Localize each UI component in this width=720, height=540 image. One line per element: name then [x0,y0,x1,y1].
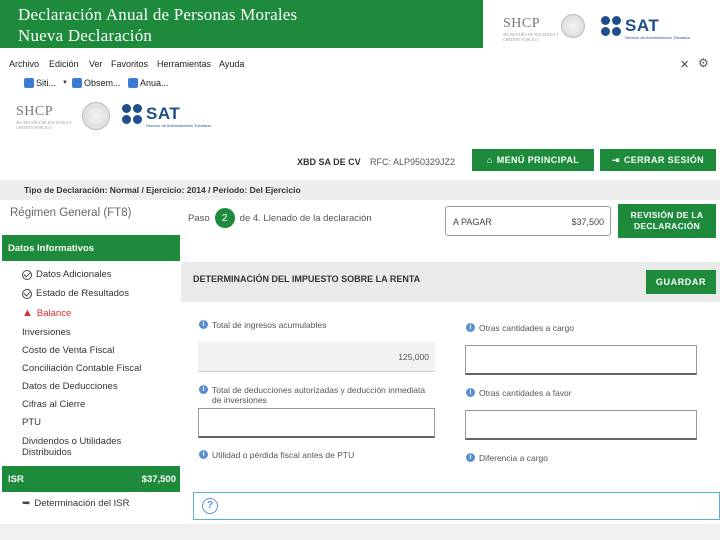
menu-edicion[interactable]: Edición [49,59,79,69]
browser-window: Archivo Edición Ver Favoritos Herramient… [0,52,720,540]
rfc-label: RFC: ALP950329JZ2 [370,157,456,167]
sat-logo: SAT Servicio de Administración Tributari… [601,16,711,42]
slide-logos: SHCP SECRETARÍA DE HACIENDA Y CRÉDITO PÚ… [483,0,720,52]
sidebar-item-determinacion-isr[interactable]: ➥ Determinación del ISR [22,498,129,509]
menu-archivo[interactable]: Archivo [9,59,39,69]
favorites-bar: Siti... ▼ Obsem... ▼ Anua... [0,73,720,93]
sidebar-section-isr[interactable]: ISR $37,500 [2,466,180,492]
favorite-3[interactable]: Anua... [128,78,169,88]
info-icon[interactable]: i [466,453,475,462]
diferencia-label: i Diferencia a cargo [466,453,696,463]
sidebar-item-dividendos[interactable]: Dividendos o Utilidades Distribuidos [22,436,152,458]
dropdown-arrow-icon: ▼ [62,80,68,86]
menu-ver[interactable]: Ver [89,59,103,69]
check-circle-icon [22,288,32,299]
sidebar-item-datos-adicionales[interactable]: Datos Adicionales [22,269,112,280]
menu-ayuda[interactable]: Ayuda [219,59,244,69]
info-icon[interactable]: i [466,388,475,397]
utilidad-label: i Utilidad o pérdida fiscal antes de PTU [199,450,429,460]
sidebar-item-balance[interactable]: ▲ Balance [22,307,71,319]
logout-button[interactable]: ⇥ CERRAR SESIÓN [600,149,716,171]
main-panel: Paso 2 de 4. Llenado de la declaración A… [181,200,720,540]
arrow-right-icon: ➥ [22,498,31,509]
otras-favor-label: i Otras cantidades a favor [466,388,696,398]
step-indicator: Paso 2 de 4. Llenado de la declaración [188,208,372,228]
step-number-badge: 2 [214,208,235,228]
info-icon[interactable]: i [199,320,208,329]
favorite-2[interactable]: Obsem... ▼ [72,78,132,88]
info-icon[interactable]: i [199,450,208,459]
info-icon[interactable]: i [199,385,208,394]
main-menu-button[interactable]: ⌂ MENÚ PRINCIPAL [472,149,594,171]
help-box[interactable]: ? [193,492,720,520]
menu-favoritos[interactable]: Favoritos [111,59,148,69]
web-page: SHCP SECRETARÍA DE HACIENDA Y CRÉDITO PÚ… [0,94,720,540]
seal-icon [561,14,585,38]
regime-title: Régimen General (FT8) [10,207,132,219]
sidebar-item-ptu[interactable]: PTU [22,417,41,428]
total-to-pay-box: A PAGAR $37,500 [445,206,611,236]
close-icon[interactable]: ✕ [680,58,689,71]
slide-title: Declaración Anual de Personas Morales [18,5,298,24]
warning-icon: ▲ [22,307,33,319]
otras-favor-field[interactable] [465,410,697,440]
sidebar-item-deducciones[interactable]: Datos de Deducciones [22,381,118,392]
total-amount: $37,500 [571,217,604,227]
logout-icon: ⇥ [611,154,620,165]
home-icon: ⌂ [486,155,493,165]
section-header: DETERMINACIÓN DEL IMPUESTO SOBRE LA RENT… [181,262,720,302]
site-icon [72,78,82,88]
total-ingresos-field: 125,000 [198,342,435,372]
help-icon[interactable]: ? [202,498,218,514]
gear-icon[interactable]: ⚙ [698,56,709,70]
save-button[interactable]: GUARDAR [646,270,716,294]
sidebar: Régimen General (FT8) Datos Informativos… [0,200,181,540]
breadcrumb-bar: Tipo de Declaración: Normal / Ejercicio:… [0,180,720,200]
sidebar-item-inversiones[interactable]: Inversiones [22,327,71,338]
total-deducciones-label: i Total de deducciones autorizadas y ded… [199,385,429,405]
sidebar-item-conciliacion[interactable]: Conciliación Contable Fiscal [22,363,141,374]
info-icon[interactable]: i [466,323,475,332]
sidebar-section-datos[interactable]: Datos Informativos [2,235,180,261]
site-icon [24,78,34,88]
sat-logo: SAT Servicio de Administración Tributari… [122,104,242,130]
slide-subtitle: Nueva Declaración [18,26,153,45]
shcp-logo: SHCP SECRETARÍA DE HACIENDA Y CRÉDITO PÚ… [503,16,559,42]
seal-icon [82,102,110,130]
breadcrumb: Tipo de Declaración: Normal / Ejercicio:… [24,185,301,195]
section-title: DETERMINACIÓN DEL IMPUESTO SOBRE LA RENT… [193,274,421,284]
slide-title-banner: Declaración Anual de Personas Morales Nu… [0,0,483,48]
shcp-logo: SHCP SECRETARÍA DE HACIENDA Y CRÉDITO PÚ… [16,104,72,130]
company-name: XBD SA DE CV [297,157,361,167]
total-ingresos-label: i Total de ingresos acumulables [199,320,429,330]
favorite-1[interactable]: Siti... ▼ [24,78,68,88]
otras-cargo-label: i Otras cantidades a cargo [466,323,696,333]
site-icon [128,78,138,88]
menu-herramientas[interactable]: Herramientas [157,59,211,69]
isr-amount: $37,500 [141,474,176,485]
check-circle-icon [22,269,32,280]
review-declaration-button[interactable]: REVISIÓN DE LA DECLARACIÓN [618,204,716,238]
user-bar: XBD SA DE CV RFC: ALP950329JZ2 ⌂ MENÚ PR… [0,146,720,176]
sidebar-item-estado-resultados[interactable]: Estado de Resultados [22,288,129,299]
browser-menubar: Archivo Edición Ver Favoritos Herramient… [0,56,720,72]
site-header: SHCP SECRETARÍA DE HACIENDA Y CRÉDITO PÚ… [0,94,720,146]
sidebar-item-costo-venta[interactable]: Costo de Venta Fiscal [22,345,114,356]
otras-cargo-field[interactable] [465,345,697,375]
window-bottom-strip [0,524,720,540]
sidebar-item-cifras-cierre[interactable]: Cifras al Cierre [22,399,85,410]
total-deducciones-field[interactable] [198,408,435,438]
